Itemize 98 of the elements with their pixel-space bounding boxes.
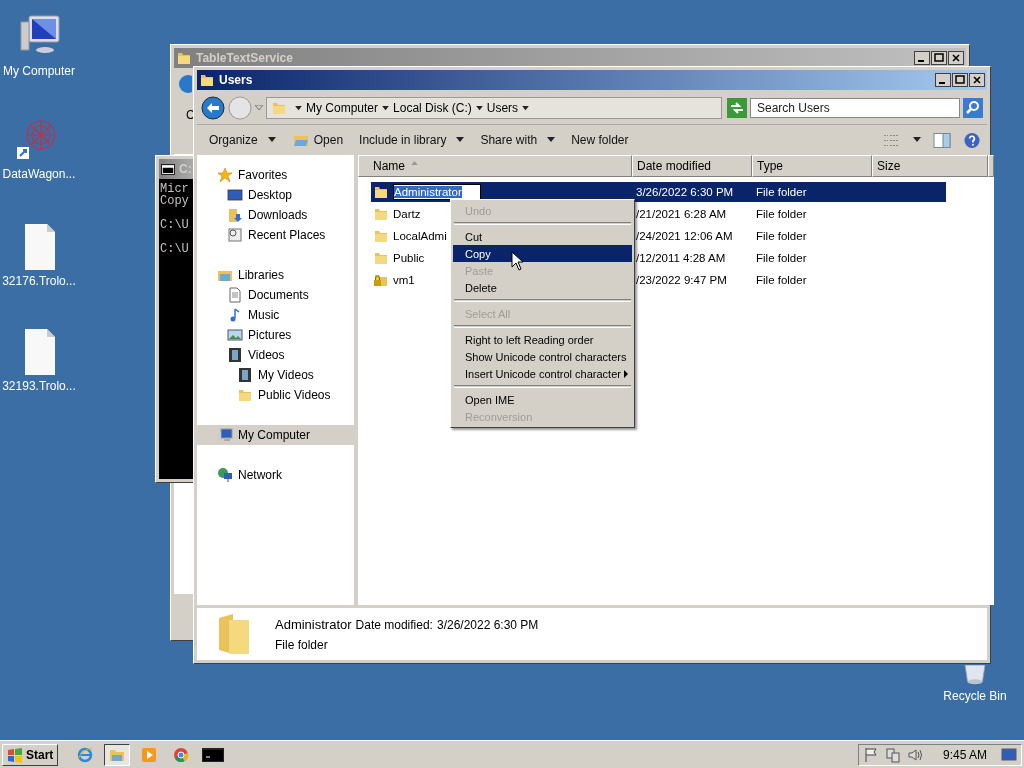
- menu-item[interactable]: Delete: [453, 279, 632, 296]
- show-desktop-icon[interactable]: [1001, 746, 1017, 763]
- details-date: 3/26/2022 6:30 PM: [436, 617, 539, 632]
- address-bar[interactable]: My Computer Local Disk (C:) Users: [266, 97, 722, 119]
- speaker-icon[interactable]: [906, 746, 923, 763]
- folder-icon: [237, 387, 253, 403]
- date-cell-text: /23/2022 9:47 PM: [635, 274, 728, 286]
- type-cell-text: File folder: [755, 252, 808, 264]
- desktop-icon-label: 32193.Trolo...: [2, 379, 76, 393]
- computer-icon: [217, 427, 233, 443]
- dropdown-icon[interactable]: [255, 105, 263, 111]
- folder-icon: [271, 100, 287, 116]
- details-type: File folder: [275, 637, 329, 652]
- close-icon[interactable]: [969, 73, 985, 87]
- folder-icon: [176, 50, 192, 66]
- breadcrumb[interactable]: Users: [486, 101, 519, 115]
- date-cell-text: /24/2021 12:06 AM: [635, 230, 734, 242]
- preview-pane-icon[interactable]: [933, 131, 951, 149]
- help-icon[interactable]: [963, 131, 981, 149]
- menu-item[interactable]: Right to left Reading order: [453, 331, 632, 348]
- console-icon: [202, 747, 225, 762]
- menu-item[interactable]: Show Unicode control characters: [453, 348, 632, 365]
- refresh-icon[interactable]: [727, 98, 747, 118]
- caret-icon[interactable]: [475, 105, 483, 111]
- caret-icon: [456, 137, 465, 143]
- mouse-pointer-icon: [511, 251, 523, 271]
- column-header[interactable]: Date modified: [632, 155, 752, 177]
- date-cell-text: /12/2011 4:28 AM: [635, 252, 727, 264]
- date-cell-text: 3/26/2022 6:30 PM: [635, 186, 735, 198]
- monitor-icon: [227, 187, 243, 203]
- clock[interactable]: 9:45 AM: [942, 747, 987, 762]
- toolbar-button[interactable]: Include in library: [353, 131, 471, 149]
- recent-places-icon: [227, 227, 243, 243]
- film-icon: [237, 367, 253, 383]
- window-title: Users: [219, 73, 253, 87]
- toolbar-button[interactable]: New folder: [565, 131, 635, 149]
- caret-icon[interactable]: [522, 105, 530, 111]
- type-cell-text: File folder: [755, 230, 808, 242]
- menu-item[interactable]: Cut: [453, 228, 632, 245]
- toolbar-button[interactable]: Open: [285, 130, 350, 150]
- maximize-icon[interactable]: [952, 73, 968, 87]
- column-header[interactable]: Name: [358, 155, 632, 177]
- menu-item[interactable]: Insert Unicode control character: [453, 365, 632, 382]
- folder-icon: [199, 72, 215, 88]
- film-icon: [227, 347, 243, 363]
- date-cell-text: /21/2021 6:28 AM: [635, 208, 728, 220]
- breadcrumb[interactable]: My Computer: [306, 101, 379, 115]
- star-icon: [217, 167, 233, 183]
- file-name[interactable]: LocalAdmi: [393, 230, 447, 242]
- menu-item[interactable]: Copy: [453, 245, 632, 262]
- toolbar-button[interactable]: Organize: [203, 131, 282, 149]
- type-cell-text: File folder: [755, 186, 808, 198]
- taskbar-button[interactable]: [104, 743, 131, 766]
- folder-icon: [373, 206, 389, 222]
- download-folder-icon: [227, 207, 243, 223]
- caret-icon: [267, 137, 276, 143]
- network-icon: [217, 467, 233, 483]
- details-label: Date modified:: [355, 617, 433, 632]
- toolbar-button[interactable]: Share with: [474, 131, 562, 149]
- folder-icon: [373, 250, 389, 266]
- desktop-icon-label: 32176.Trolo...: [2, 274, 76, 288]
- round-browser-icon: [173, 746, 190, 763]
- console-icon: [161, 163, 175, 175]
- file-name[interactable]: Dartz: [393, 208, 421, 220]
- file-name[interactable]: vm1: [393, 274, 415, 286]
- folder-icon: [373, 228, 389, 244]
- rename-field[interactable]: Administrator: [393, 184, 481, 200]
- network-icon[interactable]: [884, 746, 901, 763]
- desktop-icon-label: DataWagon...: [2, 167, 76, 181]
- browser-e-icon: [77, 746, 94, 763]
- details-name: Administrator: [275, 616, 352, 632]
- media-player-icon: [141, 746, 158, 763]
- window-title: TableTextService: [196, 51, 293, 65]
- type-cell-text: File folder: [755, 274, 808, 286]
- column-header[interactable]: Type: [752, 155, 872, 177]
- locked-folder-icon: [373, 272, 389, 288]
- window-title: C:: [179, 162, 192, 176]
- windows-flag-icon: [7, 746, 23, 763]
- caret-icon[interactable]: [382, 105, 390, 111]
- menu-item[interactable]: Open IME: [453, 391, 632, 408]
- picture-icon: [227, 327, 243, 343]
- caret-icon[interactable]: [295, 105, 302, 111]
- desktop-icon-label: Recycle Bin: [943, 689, 1007, 703]
- minimize-icon[interactable]: [935, 73, 951, 87]
- nav-item[interactable]: My Computer: [197, 425, 354, 445]
- type-cell-text: File folder: [755, 208, 808, 220]
- breadcrumb[interactable]: Local Disk (C:): [393, 101, 472, 115]
- search-field[interactable]: Search Users: [750, 98, 960, 118]
- document-icon: [227, 287, 243, 303]
- folder-icon: [373, 184, 389, 200]
- column-header[interactable]: Size: [872, 155, 988, 177]
- search-icon[interactable]: [963, 98, 983, 118]
- caret-icon[interactable]: [913, 137, 921, 143]
- desktop-icon-label: My Computer: [3, 64, 75, 78]
- start-button[interactable]: Start: [2, 743, 59, 766]
- caret-icon: [547, 137, 556, 143]
- flag-icon[interactable]: [862, 746, 879, 763]
- file-name[interactable]: Public: [393, 252, 425, 264]
